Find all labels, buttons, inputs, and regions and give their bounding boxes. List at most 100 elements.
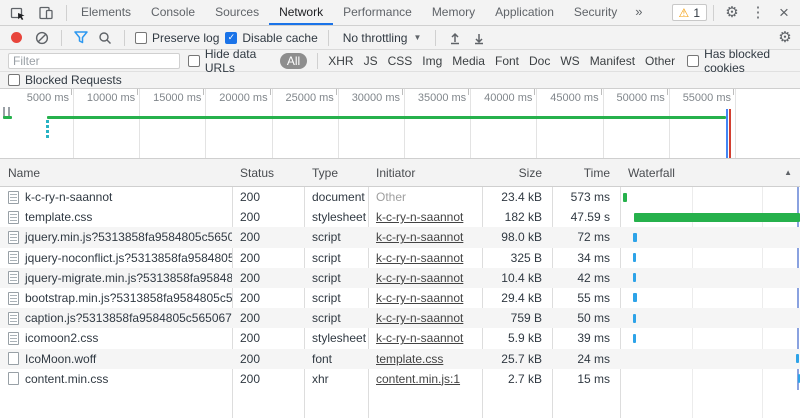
tab-console[interactable]: Console	[141, 0, 205, 25]
close-devtools-icon[interactable]: ×	[772, 2, 796, 24]
request-name-cell[interactable]: template.css	[0, 210, 232, 224]
initiator-cell: k-c-ry-n-saannot	[368, 331, 482, 345]
request-name-cell[interactable]: icomoon2.css	[0, 331, 232, 345]
settings-gear-icon[interactable]: ⚙	[720, 2, 744, 24]
table-row[interactable]: jquery.min.js?5313858fa9584805c56506…200…	[0, 227, 800, 247]
network-toolbar: Preserve log ✓ Disable cache No throttli…	[0, 26, 800, 50]
filter-pill-font[interactable]: Font	[495, 54, 519, 68]
tab-application[interactable]: Application	[485, 0, 564, 25]
table-row[interactable]: IcoMoon.woff200fonttemplate.css25.7 kB24…	[0, 349, 800, 369]
network-settings-gear-icon[interactable]: ⚙	[776, 29, 794, 47]
checkbox-unchecked[interactable]	[135, 32, 147, 44]
request-name-cell[interactable]: content.min.css	[0, 372, 232, 386]
waterfall-bar	[633, 273, 636, 282]
filter-input[interactable]	[8, 53, 180, 69]
filter-pill-js[interactable]: JS	[364, 54, 378, 68]
kebab-menu-icon[interactable]: ⋮	[746, 2, 770, 24]
initiator-link[interactable]: k-c-ry-n-saannot	[376, 210, 463, 224]
tab-security[interactable]: Security	[564, 0, 627, 25]
import-har-icon[interactable]	[446, 29, 464, 47]
initiator-link[interactable]: content.min.js:1	[376, 372, 460, 386]
request-name-cell[interactable]: jquery-migrate.min.js?5313858fa958480…	[0, 271, 232, 285]
clear-icon[interactable]	[33, 29, 51, 47]
column-header-initiator[interactable]: Initiator	[368, 166, 482, 180]
initiator-link[interactable]: k-c-ry-n-saannot	[376, 251, 463, 265]
request-name-cell[interactable]: jquery-noconflict.js?5313858fa9584805c…	[0, 251, 232, 265]
filter-pill-manifest[interactable]: Manifest	[590, 54, 635, 68]
column-header-time[interactable]: Time	[552, 166, 620, 180]
checkbox-unchecked[interactable]	[188, 55, 200, 67]
preserve-log-checkbox[interactable]: Preserve log	[135, 31, 219, 45]
tab-performance[interactable]: Performance	[333, 0, 422, 25]
record-button[interactable]	[11, 32, 22, 43]
search-icon[interactable]	[96, 29, 114, 47]
network-overview-timeline[interactable]: 5000 ms10000 ms15000 ms20000 ms25000 ms3…	[0, 89, 800, 159]
filter-pill-media[interactable]: Media	[452, 54, 485, 68]
initiator-link[interactable]: template.css	[376, 352, 443, 366]
checkbox-unchecked[interactable]	[687, 55, 699, 67]
filter-pill-other[interactable]: Other	[645, 54, 675, 68]
request-name-cell[interactable]: IcoMoon.woff	[0, 352, 232, 366]
disable-cache-checkbox[interactable]: ✓ Disable cache	[225, 31, 317, 45]
table-row[interactable]: jquery-noconflict.js?5313858fa9584805c…2…	[0, 248, 800, 268]
waterfall-header-label: Waterfall	[628, 166, 675, 180]
issues-warning-badge[interactable]: ⚠ 1	[672, 4, 707, 21]
tab-network[interactable]: Network	[269, 0, 333, 25]
document-icon	[8, 191, 19, 204]
column-header-type[interactable]: Type	[304, 166, 368, 180]
request-name-cell[interactable]: caption.js?5313858fa9584805c565067f…	[0, 311, 232, 325]
device-toolbar-icon[interactable]	[34, 2, 58, 24]
type-cell: script	[304, 230, 368, 244]
tab-memory[interactable]: Memory	[422, 0, 485, 25]
initiator-link[interactable]: k-c-ry-n-saannot	[376, 230, 463, 244]
table-header-row: NameStatusTypeInitiatorSizeTimeWaterfall…	[0, 159, 800, 187]
filter-pill-ws[interactable]: WS	[560, 54, 579, 68]
requests-table: NameStatusTypeInitiatorSizeTimeWaterfall…	[0, 159, 800, 418]
filter-pill-all[interactable]: All	[280, 53, 307, 69]
warning-count: 1	[693, 6, 700, 20]
table-row[interactable]: jquery-migrate.min.js?5313858fa958480…20…	[0, 268, 800, 288]
filter-pill-css[interactable]: CSS	[388, 54, 413, 68]
column-header-waterfall[interactable]: Waterfall▲	[620, 166, 800, 180]
waterfall-bar	[623, 193, 627, 202]
table-row[interactable]: caption.js?5313858fa9584805c565067f…200s…	[0, 308, 800, 328]
overview-tick-label: 30000 ms	[336, 92, 400, 104]
overview-tick-label: 55000 ms	[667, 92, 731, 104]
initiator-link[interactable]: k-c-ry-n-saannot	[376, 271, 463, 285]
table-row[interactable]: icomoon2.css200stylesheetk-c-ry-n-saanno…	[0, 328, 800, 348]
initiator-link[interactable]: k-c-ry-n-saannot	[376, 311, 463, 325]
tab-sources[interactable]: Sources	[205, 0, 269, 25]
filter-pill-doc[interactable]: Doc	[529, 54, 550, 68]
blocked-requests-checkbox[interactable]: Blocked Requests	[8, 73, 122, 87]
initiator-link[interactable]: k-c-ry-n-saannot	[376, 291, 463, 305]
filter-pill-xhr[interactable]: XHR	[328, 54, 353, 68]
status-cell: 200	[232, 190, 304, 204]
initiator-link[interactable]: k-c-ry-n-saannot	[376, 331, 463, 345]
overview-dcl-line	[726, 109, 728, 158]
waterfall-bar	[633, 253, 636, 262]
throttling-select[interactable]: No throttling ▼	[339, 31, 426, 45]
checkbox-checked[interactable]: ✓	[225, 32, 237, 44]
table-row[interactable]: k-c-ry-n-saannot200documentOther23.4 kB5…	[0, 187, 800, 207]
table-row[interactable]: template.css200stylesheetk-c-ry-n-saanno…	[0, 207, 800, 227]
waterfall-bar	[634, 213, 800, 222]
has-blocked-cookies-label: Has blocked cookies	[704, 47, 792, 75]
request-name-cell[interactable]: bootstrap.min.js?5313858fa9584805c56…	[0, 291, 232, 305]
column-header-status[interactable]: Status	[232, 166, 304, 180]
tab-elements[interactable]: Elements	[71, 0, 141, 25]
column-header-name[interactable]: Name	[0, 166, 232, 180]
table-row[interactable]: content.min.css200xhrcontent.min.js:12.7…	[0, 369, 800, 389]
document-icon	[8, 292, 19, 305]
filter-pill-img[interactable]: Img	[422, 54, 442, 68]
checkbox-unchecked[interactable]	[8, 74, 20, 86]
request-name-cell[interactable]: jquery.min.js?5313858fa9584805c56506…	[0, 230, 232, 244]
has-blocked-cookies-checkbox[interactable]: Has blocked cookies	[687, 47, 792, 75]
inspect-element-icon[interactable]	[6, 2, 30, 24]
more-tabs-button[interactable]: »	[627, 4, 650, 21]
export-har-icon[interactable]	[470, 29, 488, 47]
request-name-cell[interactable]: k-c-ry-n-saannot	[0, 190, 232, 204]
filter-funnel-icon[interactable]	[72, 29, 90, 47]
hide-data-urls-checkbox[interactable]: Hide data URLs	[188, 47, 272, 75]
column-header-size[interactable]: Size	[482, 166, 552, 180]
table-row[interactable]: bootstrap.min.js?5313858fa9584805c56…200…	[0, 288, 800, 308]
